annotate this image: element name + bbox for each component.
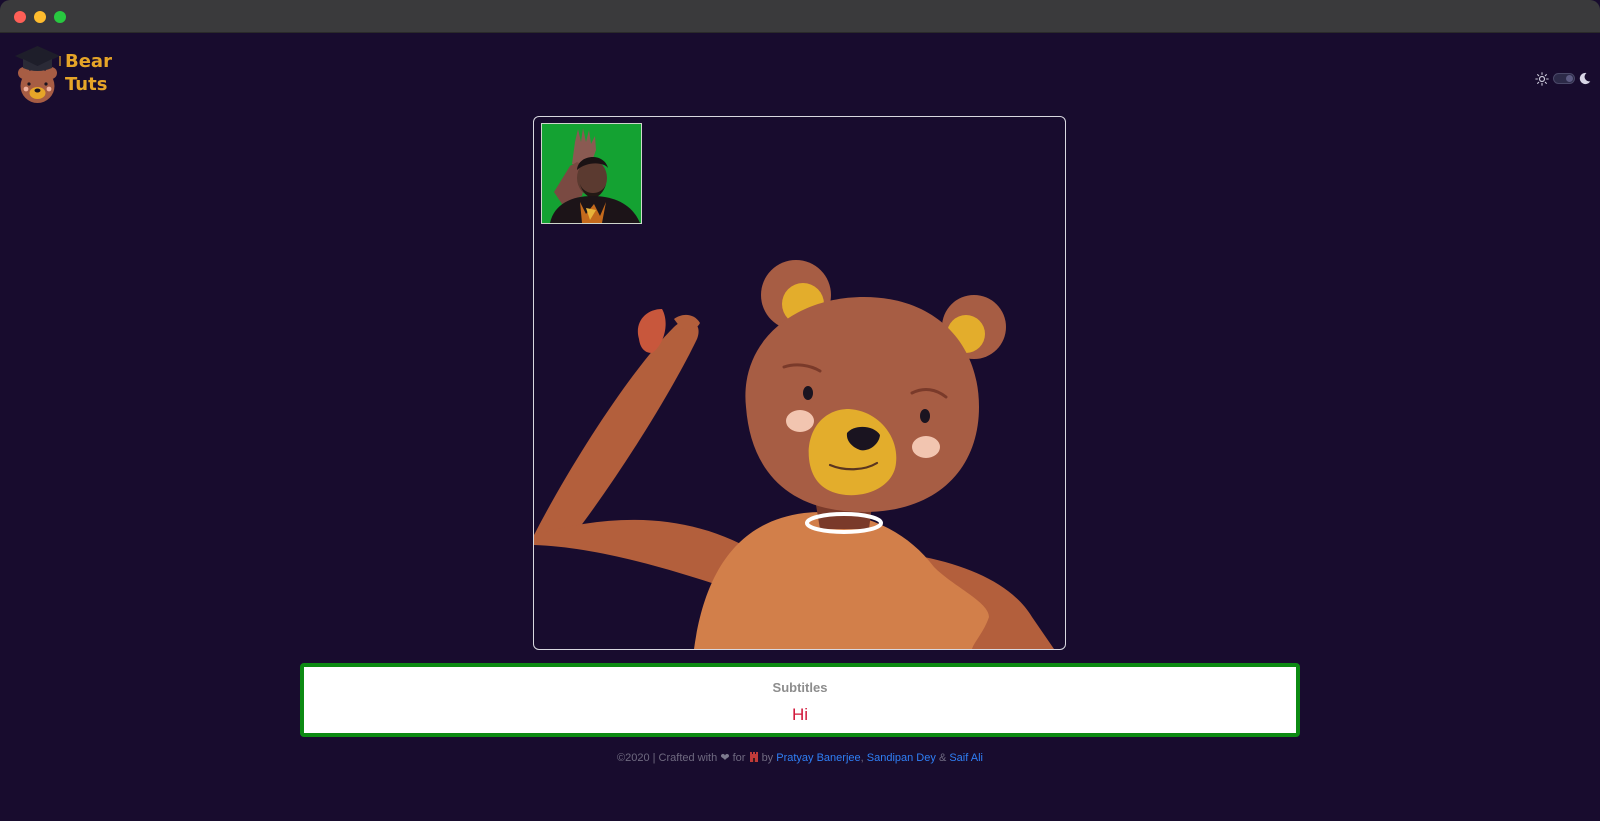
subtitles-heading: Subtitles — [772, 680, 828, 695]
bear-graduate-icon — [15, 46, 61, 103]
footer-by: by — [761, 752, 774, 764]
logo[interactable]: Bear Tuts — [14, 44, 124, 104]
footer-comma: , — [860, 752, 864, 764]
theme-toggle[interactable] — [1535, 72, 1591, 86]
theme-switch-knob — [1566, 75, 1573, 82]
author-link-sandipan[interactable]: Sandipan Dey — [867, 752, 936, 764]
sun-icon — [1535, 72, 1549, 86]
theme-switch[interactable] — [1553, 73, 1575, 84]
subtitles-text: Hi — [791, 705, 809, 724]
footer: ©2020 | Crafted with ❤ for by Pratyay Ba… — [0, 751, 1600, 764]
castle-emoji-icon — [749, 752, 758, 762]
webcam-feed[interactable] — [541, 123, 642, 224]
footer-prefix: ©2020 | Crafted with — [617, 752, 718, 764]
logo-text-line1: Bear — [65, 51, 112, 72]
minimize-window-button[interactable] — [34, 11, 46, 23]
window-titlebar — [0, 0, 1600, 33]
maximize-window-button[interactable] — [54, 11, 66, 23]
logo-text-line2: Tuts — [65, 74, 108, 95]
moon-icon — [1579, 72, 1591, 85]
close-window-button[interactable] — [14, 11, 26, 23]
webcam-person-image — [542, 124, 641, 223]
author-link-pratyay[interactable]: Pratyay Banerjee — [776, 752, 860, 764]
author-link-saif[interactable]: Saif Ali — [949, 752, 983, 764]
footer-ampersand: & — [938, 752, 947, 764]
video-frame — [533, 116, 1066, 650]
heart-icon: ❤ — [720, 752, 730, 764]
subtitles-panel: Subtitles Hi — [300, 663, 1300, 737]
footer-for: for — [732, 752, 746, 764]
